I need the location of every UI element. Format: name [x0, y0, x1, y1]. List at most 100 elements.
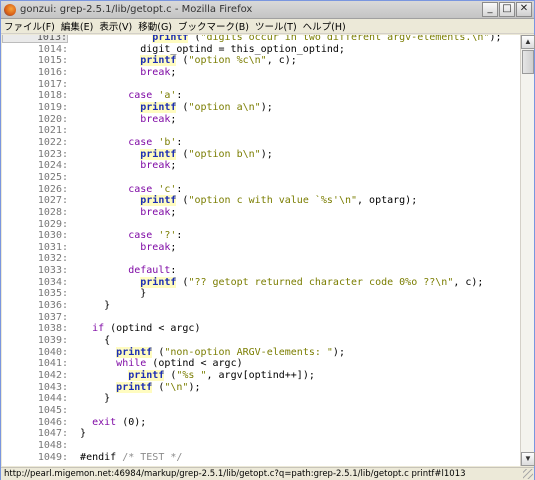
line-number[interactable]: 1047:: [2, 428, 68, 440]
string-token: "non-option ARGV-elements: ": [164, 346, 333, 358]
code-text: {: [68, 335, 110, 346]
string-token: '?': [158, 230, 177, 242]
code-line: 1021:: [2, 125, 520, 137]
code-line: 1041: while (optind < argc): [2, 358, 520, 370]
code-token: ;: [170, 113, 177, 125]
code-token: );: [489, 35, 502, 43]
line-number[interactable]: 1020:: [2, 114, 68, 126]
title-bar[interactable]: gonzui: grep-2.5.1/lib/getopt.c - Mozill…: [1, 1, 534, 19]
function-link[interactable]: printf: [140, 276, 177, 288]
code-line: 1044: }: [2, 393, 520, 405]
function-link[interactable]: printf: [140, 101, 177, 113]
code-line: 1022: case 'b':: [2, 137, 520, 149]
line-number[interactable]: 1046:: [2, 417, 68, 429]
keyword-token: break: [140, 66, 171, 78]
line-number[interactable]: 1014:: [2, 44, 68, 56]
minimize-button[interactable]: _: [482, 2, 498, 17]
code-token: :: [176, 136, 183, 148]
function-link[interactable]: printf: [128, 370, 165, 382]
code-text: case '?':: [68, 230, 182, 241]
scroll-up-arrow-icon[interactable]: ▲: [521, 35, 535, 49]
comment-token: /* TEST */: [122, 451, 183, 463]
function-link[interactable]: printf: [116, 381, 153, 393]
keyword-token: case: [128, 183, 153, 195]
line-number[interactable]: 1013:: [2, 35, 68, 43]
line-number[interactable]: 1021:: [2, 125, 68, 137]
string-token: "option a\n": [188, 101, 261, 113]
scrollbar-thumb[interactable]: [522, 50, 534, 74]
line-number[interactable]: 1029:: [2, 219, 68, 231]
line-number[interactable]: 1032:: [2, 253, 68, 265]
line-number[interactable]: 1024:: [2, 160, 68, 172]
keyword-token: while: [116, 358, 147, 370]
line-number[interactable]: 1044:: [2, 393, 68, 405]
line-number[interactable]: 1037:: [2, 312, 68, 324]
code-text: }: [68, 300, 110, 311]
line-number[interactable]: 1025:: [2, 172, 68, 184]
line-number[interactable]: 1045:: [2, 405, 68, 417]
code-text: while (optind < argc): [68, 358, 242, 370]
line-number[interactable]: 1031:: [2, 242, 68, 254]
code-line: 1035: }: [2, 288, 520, 300]
keyword-token: default: [128, 265, 171, 277]
line-number[interactable]: 1026:: [2, 184, 68, 196]
resize-grip-icon[interactable]: [523, 469, 533, 479]
code-text: printf ("digits occur in two different a…: [68, 35, 502, 43]
keyword-token: case: [128, 90, 153, 102]
menu-bookmarks[interactable]: ブックマーク(B): [178, 19, 249, 33]
line-number[interactable]: 1038:: [2, 323, 68, 335]
line-number[interactable]: 1028:: [2, 207, 68, 219]
function-link[interactable]: printf: [116, 346, 153, 358]
line-number[interactable]: 1027:: [2, 195, 68, 207]
vertical-scrollbar[interactable]: ▲ ▼: [520, 35, 535, 466]
menu-help[interactable]: ヘルプ(H): [303, 19, 346, 33]
line-number[interactable]: 1040:: [2, 347, 68, 359]
menu-file[interactable]: ファイル(F): [4, 19, 55, 33]
code-token: (: [176, 101, 189, 113]
code-token: }: [80, 428, 87, 440]
function-link[interactable]: printf: [152, 35, 189, 43]
menu-go[interactable]: 移動(G): [138, 19, 172, 33]
code-line: 1039: {: [2, 335, 520, 347]
line-number[interactable]: 1034:: [2, 277, 68, 289]
line-number[interactable]: 1016:: [2, 67, 68, 79]
line-number[interactable]: 1049:: [2, 452, 68, 464]
function-link[interactable]: printf: [140, 148, 177, 160]
close-button[interactable]: ✕: [516, 2, 532, 17]
function-link[interactable]: printf: [140, 55, 177, 67]
maximize-button[interactable]: □: [499, 2, 515, 17]
line-number[interactable]: 1048:: [2, 440, 68, 452]
function-link[interactable]: printf: [140, 195, 177, 207]
line-number[interactable]: 1043:: [2, 382, 68, 394]
line-number[interactable]: 1022:: [2, 137, 68, 149]
line-number[interactable]: 1039:: [2, 335, 68, 347]
line-number[interactable]: 1035:: [2, 288, 68, 300]
string-token: 'c': [158, 183, 177, 195]
page-content: 1013: printf ("digits occur in two diffe…: [2, 35, 520, 466]
line-number[interactable]: 1015:: [2, 55, 68, 67]
menu-tools[interactable]: ツール(T): [255, 19, 297, 33]
menu-view[interactable]: 表示(V): [99, 19, 132, 33]
line-number[interactable]: 1042:: [2, 370, 68, 382]
line-number[interactable]: 1019:: [2, 102, 68, 114]
scroll-down-arrow-icon[interactable]: ▼: [521, 452, 535, 466]
code-line: 1034: printf ("?? getopt returned charac…: [2, 276, 520, 289]
line-number[interactable]: 1033:: [2, 265, 68, 277]
code-token: }: [80, 300, 111, 312]
line-number[interactable]: 1023:: [2, 149, 68, 161]
line-number[interactable]: 1018:: [2, 90, 68, 102]
line-number[interactable]: 1041:: [2, 358, 68, 370]
menu-edit[interactable]: 編集(E): [61, 19, 93, 33]
status-bar: http://pearl.migemon.net:46984/markup/gr…: [1, 467, 534, 480]
code-token: (: [188, 35, 201, 43]
code-line: 1032:: [2, 253, 520, 265]
line-number[interactable]: 1030:: [2, 230, 68, 242]
line-number[interactable]: 1017:: [2, 79, 68, 91]
code-line: 1019: printf ("option a\n");: [2, 101, 520, 114]
line-number[interactable]: 1036:: [2, 300, 68, 312]
